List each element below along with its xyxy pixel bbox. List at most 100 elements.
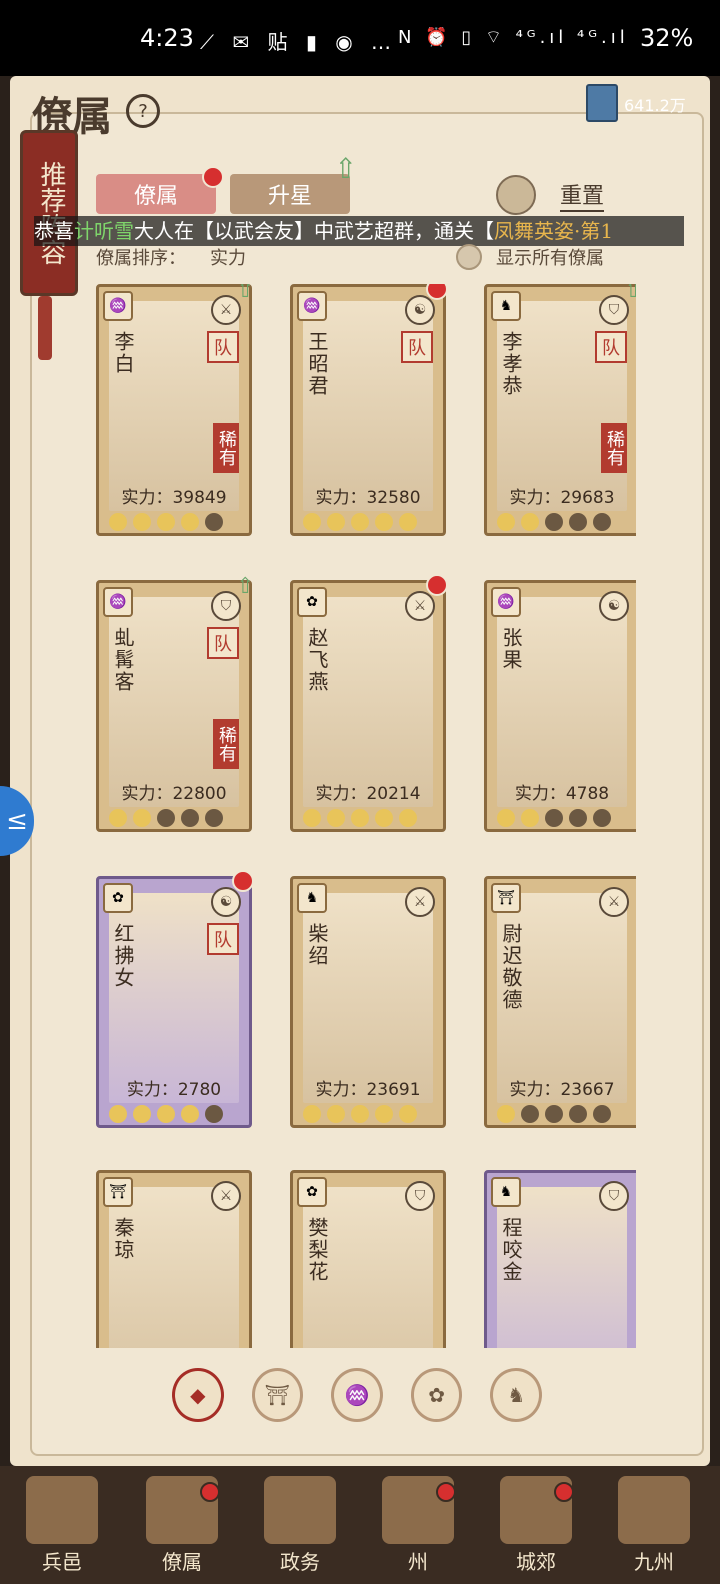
retainer-power: 实力：23691 (315, 1080, 421, 1100)
faction-gourd-icon: ♒ (103, 587, 133, 617)
moon-star-icon (181, 513, 199, 531)
nav-nine-provinces[interactable]: 九州 (606, 1476, 702, 1580)
moon-star-icon (327, 513, 345, 531)
filter-pagoda-icon[interactable]: ⛩ (251, 1368, 304, 1422)
moon-star-icon (327, 809, 345, 827)
moon-star-icon (399, 1105, 417, 1123)
nav-retainers[interactable]: 僚属 (134, 1476, 230, 1580)
show-all-toggle[interactable]: 显示所有僚属 (456, 244, 604, 270)
retainer-power: 实力：29683 (509, 488, 615, 508)
team-badge: 队 (207, 627, 239, 659)
ticker-player-name: 计听雪 (74, 219, 134, 243)
rarity-badge: 稀有 (601, 423, 627, 473)
retainer-card[interactable]: ✿ ☯ 红拂女 队实力：2780 (96, 876, 252, 1128)
moon-star-icon (351, 1105, 369, 1123)
status-icons-left: ⟋ ✉ 贴 ▮ ◉ … (200, 30, 398, 54)
nav-label: 九州 (634, 1550, 674, 1574)
map-scroll-icon (618, 1476, 690, 1544)
moon-star-icon (593, 809, 611, 827)
battery-level: 32% (640, 24, 694, 52)
moon-star-icon (399, 809, 417, 827)
retainer-card[interactable]: ♒ ☯ 王昭君 队实力：32580 (290, 284, 446, 536)
moon-star-icon (375, 1105, 393, 1123)
tab-star-up[interactable]: 升星 (230, 174, 350, 214)
moon-star-icon (521, 513, 539, 531)
icon-shield: ⛉ (599, 1181, 629, 1211)
moon-star-icon (497, 809, 515, 827)
nav-suburb[interactable]: 城郊 (488, 1476, 584, 1580)
help-icon[interactable]: ? (126, 94, 160, 128)
retainer-card[interactable]: ⛩ ⚔ 尉迟敬德 实力：23667 (484, 876, 636, 1128)
nav-affairs[interactable]: 政务 (252, 1476, 348, 1580)
moon-star-icon (569, 1105, 587, 1123)
star-level (109, 1105, 239, 1123)
star-level (109, 513, 239, 531)
moon-star-icon (497, 513, 515, 531)
faction-pagoda-icon: ⛩ (491, 883, 521, 913)
filter-all-icon[interactable]: ◆ (172, 1368, 224, 1422)
nav-prefecture[interactable]: 州 (370, 1476, 466, 1580)
star-level (497, 1105, 627, 1123)
tab-label: 升星 (267, 184, 312, 209)
moon-star-icon (375, 513, 393, 531)
retainer-card[interactable]: ✿ ⚔ 赵飞燕 实力：20214 (290, 580, 446, 832)
retainer-card[interactable]: ♞ ⛉ 李孝恭队稀有 实力：29683 (484, 284, 636, 536)
retainer-power: 实力：23667 (509, 1080, 615, 1100)
moon-star-icon (327, 1105, 345, 1123)
rarity-badge: 稀有 (213, 423, 239, 473)
ticker-prefix: 恭喜 (34, 219, 74, 243)
retainer-power: 实力：2780 (126, 1080, 222, 1100)
reset-button[interactable]: 重置 (496, 175, 636, 215)
retainer-name: 李白 (111, 331, 135, 375)
reset-label: 重置 (560, 178, 605, 212)
icon-sword: ⚔ (211, 1181, 241, 1211)
moon-star-icon (133, 513, 151, 531)
team-badge: 队 (207, 923, 239, 955)
notification-dot (202, 166, 224, 188)
team-badge: 队 (401, 331, 433, 363)
status-time: 4:23 (140, 24, 194, 52)
bottom-navigation: 兵邑 僚属 政务 州 城郊 九州 (0, 1466, 720, 1584)
faction-gourd-icon: ♒ (297, 291, 327, 321)
show-all-checkbox[interactable] (456, 244, 482, 270)
icon-shield: ⛉ (405, 1181, 435, 1211)
icon-sword: ⚔ (405, 591, 435, 621)
filter-fan-icon[interactable]: ✿ (410, 1368, 463, 1422)
retainer-card[interactable]: ✿ ⛉ 樊梨花 (290, 1170, 446, 1348)
announcement-ticker: 恭喜计听雪大人在【以武会友】中武艺超群，通关【凤舞英姿·第1 (34, 216, 684, 246)
book-currency-icon (586, 84, 618, 122)
retainer-card[interactable]: ♞ ⚔ 柴绍 实力：23691 (290, 876, 446, 1128)
upgrade-arrow-icon: ⇧ (236, 284, 255, 303)
retainer-card[interactable]: ⛩ ⚔ 秦琼 (96, 1170, 252, 1348)
notification-dot (426, 574, 448, 596)
retainer-card[interactable]: ♞ ⛉ 程咬金 (484, 1170, 636, 1348)
moon-star-icon (133, 1105, 151, 1123)
notification-dot (232, 870, 254, 892)
moon-star-icon (545, 809, 563, 827)
moon-star-icon (133, 809, 151, 827)
moon-star-icon (109, 513, 127, 531)
sort-dropdown[interactable]: 实力 (210, 244, 246, 270)
moon-star-icon (545, 513, 563, 531)
status-icons-right: N ⏰ ▯ ⌔ ⁴ᴳ.ıl ⁴ᴳ.ıl (398, 27, 629, 48)
retainer-card[interactable]: ♒ ⚔ 李白队稀有 实力：39849 (96, 284, 252, 536)
faction-fan-icon: ✿ (297, 1177, 327, 1207)
filter-qilin-icon[interactable]: ♞ (490, 1368, 542, 1422)
retainer-power: 实力：22800 (121, 784, 227, 804)
retainer-name: 红拂女 (111, 923, 135, 989)
nav-barracks[interactable]: 兵邑 (14, 1476, 110, 1580)
moon-star-icon (569, 513, 587, 531)
recommended-lineup-button[interactable]: 推荐阵容 (20, 130, 78, 296)
retainer-power: 实力：32580 (315, 488, 421, 508)
filter-gourd-icon[interactable]: ♒ (331, 1368, 383, 1422)
star-level (303, 1105, 433, 1123)
retainer-card[interactable]: ♒ ⛉ 虬髯客队稀有 实力：22800 (96, 580, 252, 832)
barracks-icon (26, 1476, 98, 1544)
team-badge: 队 (595, 331, 627, 363)
retainer-power: 实力：4788 (514, 784, 610, 804)
retainer-card[interactable]: ♒ ☯ 张果 实力：4788 (484, 580, 636, 832)
faction-fan-icon: ✿ (103, 883, 133, 913)
moon-star-icon (593, 513, 611, 531)
tab-retainers[interactable]: 僚属 (96, 166, 224, 214)
star-level (303, 513, 433, 531)
